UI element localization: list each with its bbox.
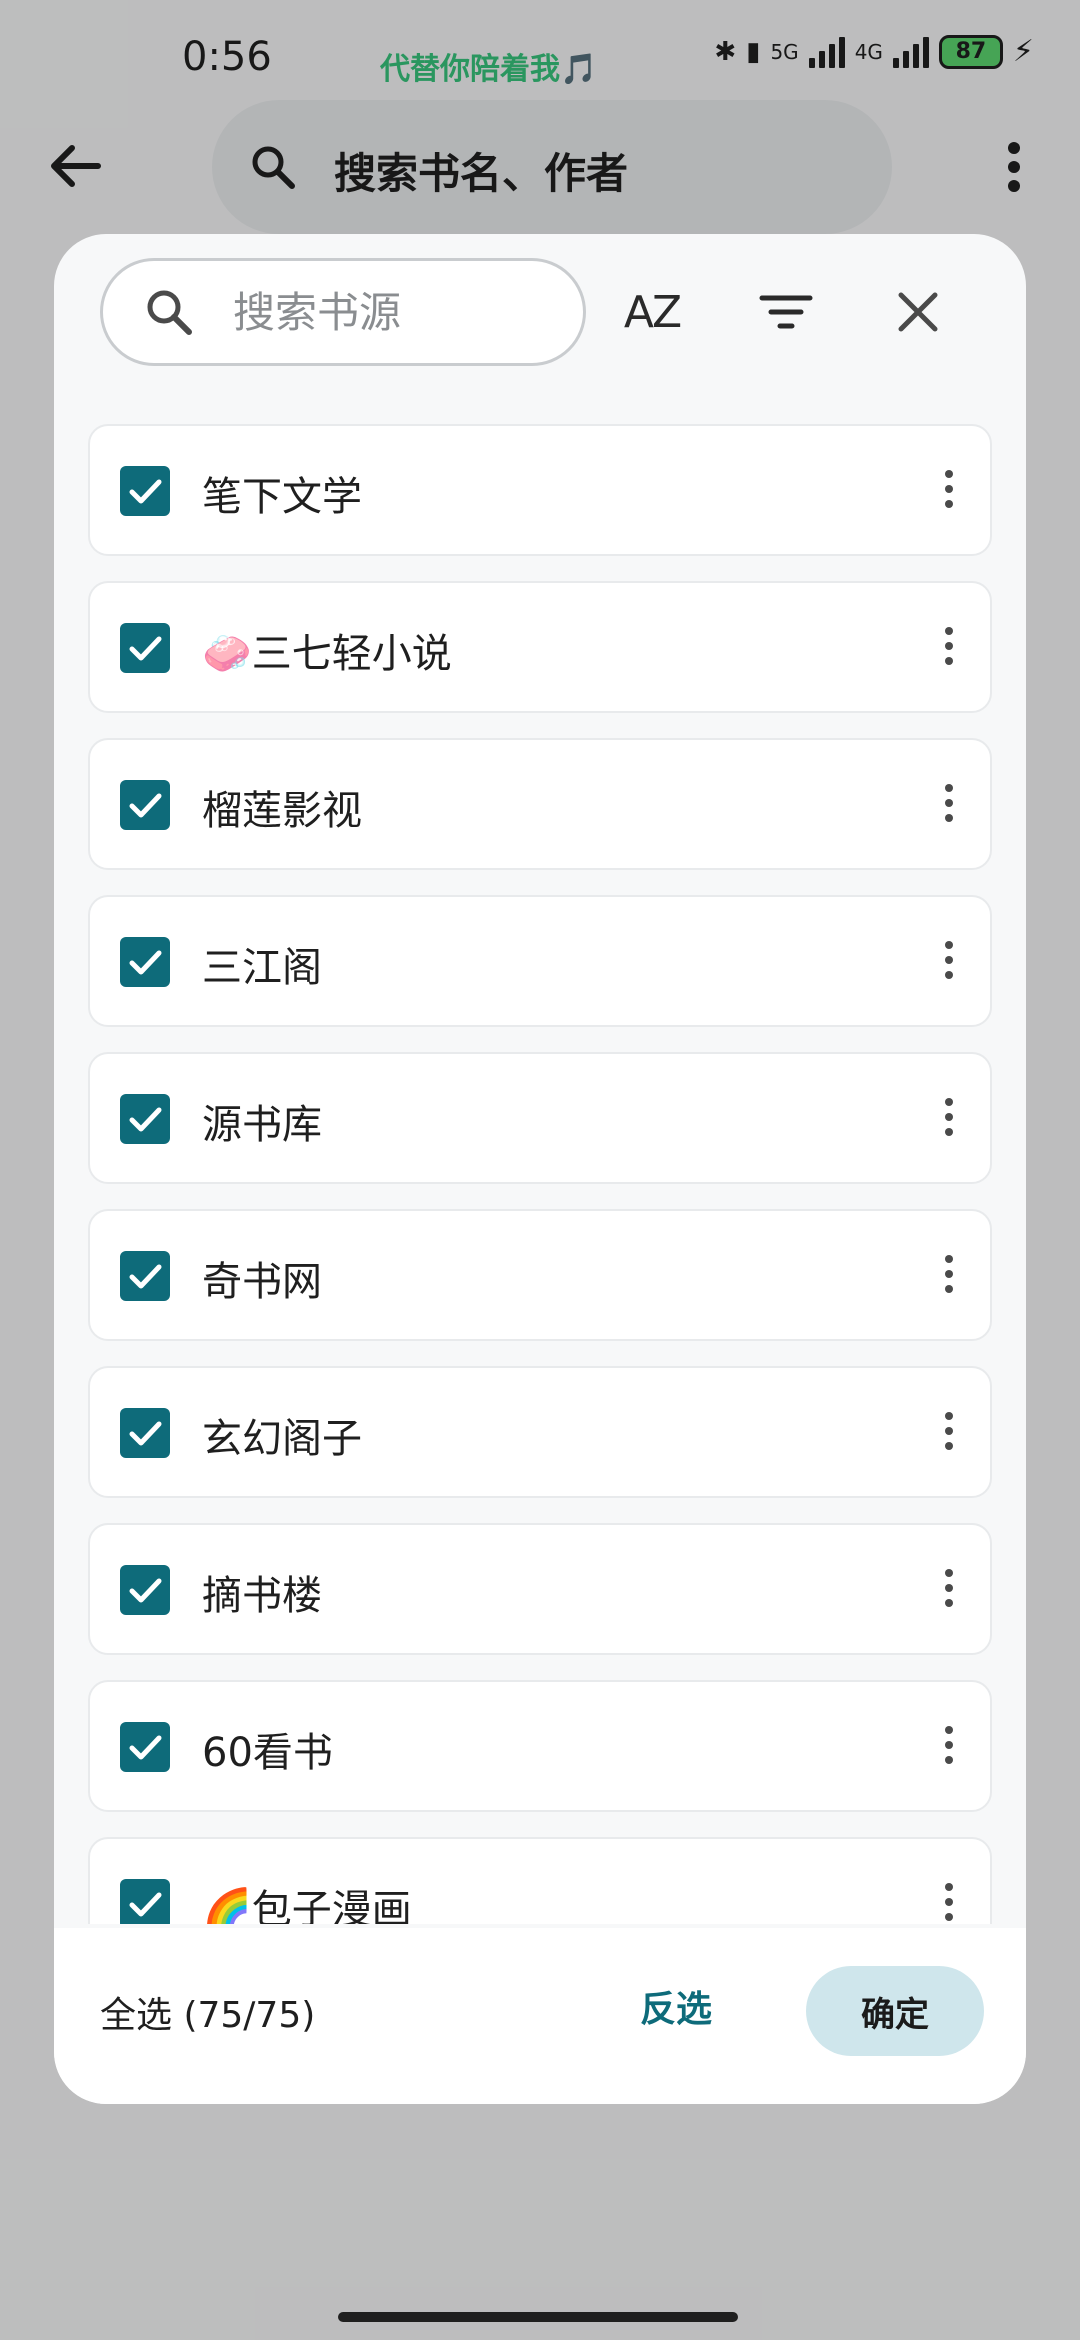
list-item[interactable]: 榴莲影视: [88, 738, 992, 870]
source-name: 玄幻阁子: [202, 1416, 362, 1462]
more-options-icon[interactable]: [942, 1883, 956, 1924]
list-item[interactable]: 奇书网: [88, 1209, 992, 1341]
filter-button[interactable]: [748, 274, 824, 350]
list-item[interactable]: 🌈包子漫画: [88, 1837, 992, 1924]
select-all-toggle[interactable]: 全选 (75/75): [100, 1986, 315, 2038]
source-checkbox[interactable]: [120, 1565, 170, 1615]
check-icon: [129, 636, 162, 661]
source-name: 三江阁: [202, 945, 322, 991]
source-checkbox[interactable]: [120, 937, 170, 987]
search-icon: [147, 290, 192, 335]
check-icon: [129, 1107, 162, 1132]
source-list[interactable]: 笔下文学 🧼三七轻小说 榴莲影视三江阁源书库奇书网玄幻阁子摘书楼 60看书 🌈包子漫画: [88, 424, 992, 1924]
source-name: 榴莲影视: [202, 788, 362, 834]
list-item[interactable]: 三江阁: [88, 895, 992, 1027]
source-checkbox[interactable]: [120, 623, 170, 673]
source-checkbox[interactable]: [120, 1722, 170, 1772]
sort-az-button[interactable]: AZ: [614, 274, 690, 350]
more-options-icon[interactable]: [942, 1569, 956, 1613]
source-name: 🧼三七轻小说: [202, 631, 452, 677]
check-icon: [129, 1892, 162, 1917]
source-checkbox[interactable]: [120, 1094, 170, 1144]
list-item[interactable]: 60看书: [88, 1680, 992, 1812]
check-icon: [129, 1264, 162, 1289]
filter-icon: [759, 295, 813, 329]
source-name: 60看书: [202, 1730, 333, 1776]
check-icon: [129, 950, 162, 975]
source-checkbox[interactable]: [120, 1251, 170, 1301]
check-icon: [129, 479, 162, 504]
check-icon: [129, 793, 162, 818]
list-item[interactable]: 摘书楼: [88, 1523, 992, 1655]
source-select-dialog: AZ 笔下文学 🧼三七轻小说榴莲影视三江阁源书库奇书网玄幻阁子摘书楼 60看书 🌈包子…: [54, 234, 1026, 2104]
source-name: 笔下文学: [202, 474, 362, 520]
home-indicator[interactable]: [338, 2312, 738, 2322]
more-options-icon[interactable]: [942, 627, 956, 671]
more-options-icon[interactable]: [942, 784, 956, 828]
dialog-toolbar: AZ: [54, 234, 1026, 384]
list-item[interactable]: 笔下文学: [88, 424, 992, 556]
check-icon: [129, 1578, 162, 1603]
close-icon: [898, 292, 938, 332]
list-item[interactable]: 玄幻阁子: [88, 1366, 992, 1498]
more-options-icon[interactable]: [942, 1412, 956, 1456]
check-icon: [129, 1421, 162, 1446]
check-icon: [129, 1735, 162, 1760]
source-search-input[interactable]: [233, 287, 553, 337]
list-item[interactable]: 🧼三七轻小说: [88, 581, 992, 713]
source-checkbox[interactable]: [120, 1408, 170, 1458]
more-options-icon[interactable]: [942, 941, 956, 985]
source-name: 🌈包子漫画: [202, 1887, 412, 1924]
sort-az-icon: AZ: [623, 286, 682, 338]
list-item[interactable]: 源书库: [88, 1052, 992, 1184]
source-name: 奇书网: [202, 1259, 322, 1305]
source-checkbox[interactable]: [120, 466, 170, 516]
close-button[interactable]: [880, 274, 956, 350]
source-name: 摘书楼: [202, 1573, 322, 1619]
more-options-icon[interactable]: [942, 1255, 956, 1299]
more-options-icon[interactable]: [942, 1098, 956, 1142]
confirm-button[interactable]: 确定: [806, 1966, 984, 2056]
invert-selection-button[interactable]: 反选: [640, 1980, 712, 2032]
source-checkbox[interactable]: [120, 780, 170, 830]
more-options-icon[interactable]: [942, 1726, 956, 1770]
source-search-field[interactable]: [100, 258, 586, 366]
source-name: 源书库: [202, 1102, 322, 1148]
source-checkbox[interactable]: [120, 1879, 170, 1924]
more-options-icon[interactable]: [942, 470, 956, 514]
dialog-bottom-bar: 全选 (75/75) 反选 确定: [54, 1928, 1026, 2104]
